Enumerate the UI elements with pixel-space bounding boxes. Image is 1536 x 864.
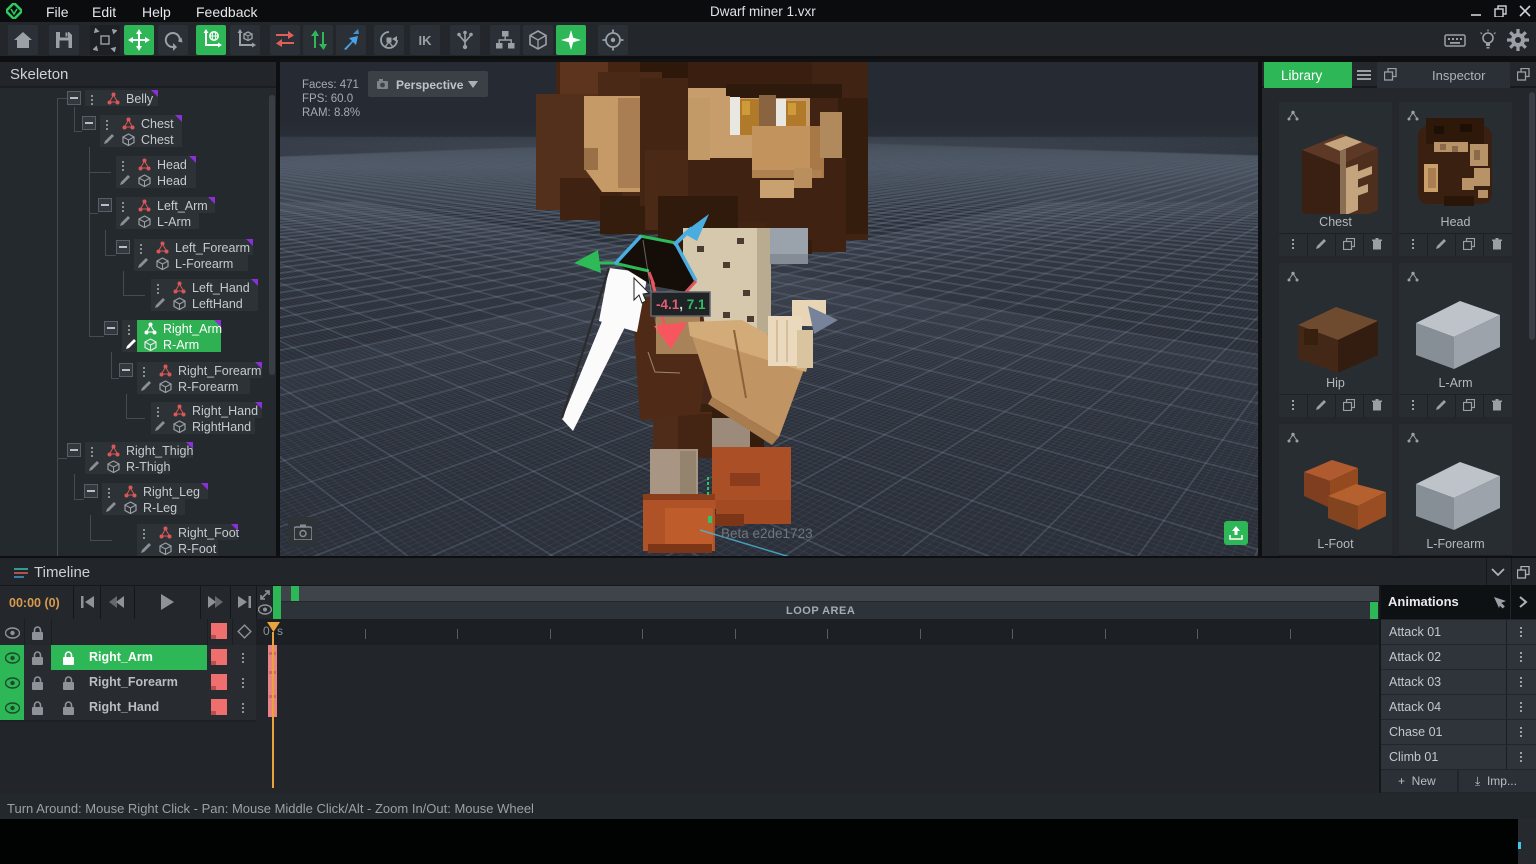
svg-text:IK: IK: [419, 33, 433, 48]
svg-text:-4.1, 7.1: -4.1, 7.1: [656, 297, 706, 312]
